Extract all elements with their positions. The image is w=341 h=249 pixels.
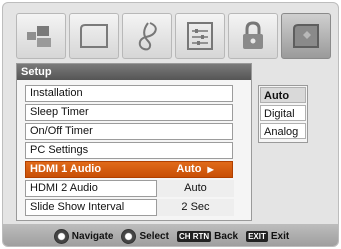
menu-item-label: Sleep Timer (30, 106, 89, 118)
picture-icon[interactable] (16, 13, 66, 59)
category-icon-bar (16, 13, 332, 59)
menu-item-installation[interactable]: Installation (25, 85, 233, 102)
menu-item-label: On/Off Timer (30, 125, 93, 137)
menu-item-slide-show-interval[interactable]: Slide Show Interval 2 Sec (25, 199, 234, 216)
menu-item-label: Slide Show Interval (30, 201, 125, 213)
option-analog[interactable]: Analog (260, 123, 306, 139)
hint-navigate: Navigate (53, 228, 113, 244)
setup-menu-list: Installation Sleep Timer On/Off Timer PC… (25, 85, 234, 218)
tv-menu-screen: Setup ▼ Installation Sleep Timer On/Off … (2, 2, 339, 247)
menu-item-pc-settings[interactable]: PC Settings (25, 142, 233, 159)
option-auto[interactable]: Auto (260, 87, 306, 103)
hint-select: Select (121, 228, 169, 244)
option-digital[interactable]: Digital (260, 105, 306, 121)
menu-item-value: Auto ▶ (176, 163, 214, 175)
menu-item-hdmi1-audio[interactable]: HDMI 1 Audio Auto ▶ (25, 161, 233, 178)
dpad-icon (53, 228, 69, 244)
menu-item-label: HDMI 1 Audio (30, 163, 102, 175)
menu-item-value: Auto (156, 180, 234, 197)
menu-item-hdmi2-audio[interactable]: HDMI 2 Audio Auto (25, 180, 234, 197)
lock-icon[interactable] (228, 13, 278, 59)
menu-item-value: 2 Sec (156, 199, 234, 216)
panel-title: Setup (17, 64, 251, 80)
enter-button-icon (121, 228, 137, 244)
ch-rtn-key-icon: CH RTN (176, 230, 212, 242)
hint-back: CH RTN Back (176, 230, 239, 242)
preferences-icon[interactable] (175, 13, 225, 59)
arrow-right-icon: ▶ (207, 165, 214, 174)
footer-hints: Navigate Select CH RTN Back EXIT Exit (3, 224, 338, 246)
menu-item-label: PC Settings (30, 144, 89, 156)
display-icon[interactable] (69, 13, 119, 59)
hdmi-audio-options: Auto Digital Analog (258, 85, 308, 143)
hint-exit: EXIT Exit (246, 230, 290, 242)
exit-key-icon: EXIT (246, 230, 268, 242)
menu-item-sleep-timer[interactable]: Sleep Timer (25, 104, 233, 121)
setup-icon[interactable] (281, 13, 331, 59)
menu-item-on-off-timer[interactable]: On/Off Timer (25, 123, 233, 140)
audio-icon[interactable] (122, 13, 172, 59)
menu-item-label: HDMI 2 Audio (30, 182, 98, 194)
menu-item-label: Installation (30, 87, 83, 99)
